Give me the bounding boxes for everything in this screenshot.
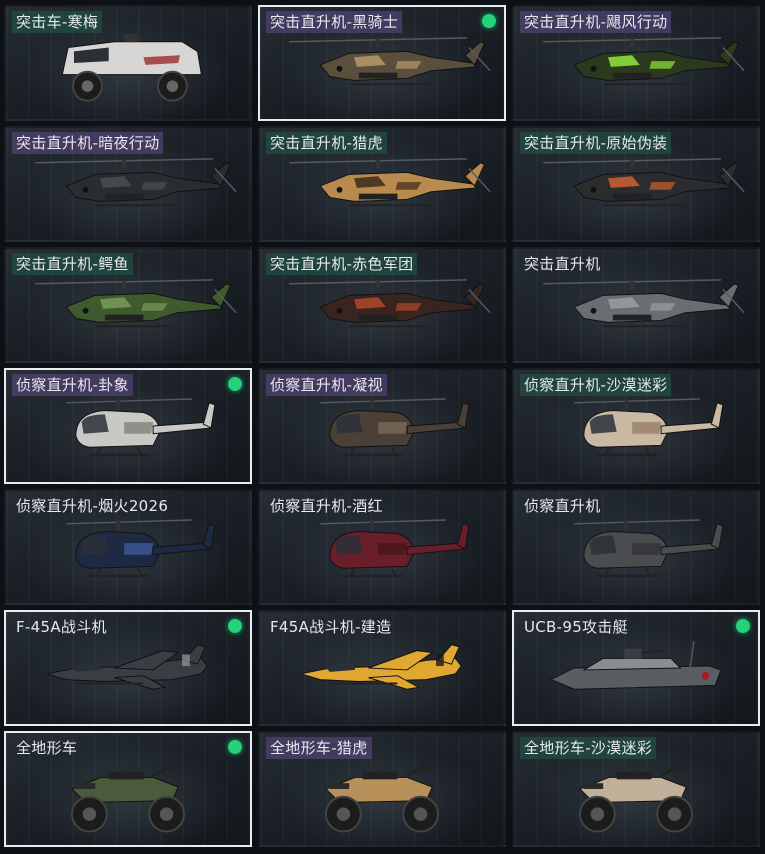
wheel-hub: [413, 807, 428, 821]
skin-name-label: 侦察直升机: [524, 497, 601, 515]
equipped-dot-icon: [482, 14, 496, 28]
tail-boom: [152, 542, 212, 556]
skin-card[interactable]: 全地形车: [4, 731, 252, 847]
seat: [616, 771, 652, 780]
skin-card[interactable]: 突击直升机-猎虎: [258, 126, 506, 242]
main-rotor: [320, 519, 446, 525]
skin-card[interactable]: 突击直升机-鳄鱼: [4, 247, 252, 363]
skin-name-label: 突击直升机-暗夜行动: [12, 132, 164, 154]
rack: [329, 783, 350, 789]
skin-name-label: 突击直升机-原始伪装: [520, 132, 672, 154]
skin-name-label: 侦察直升机-烟火2026: [16, 497, 169, 515]
skin-card[interactable]: 侦察直升机-凝视: [258, 368, 506, 484]
main-rotor: [574, 519, 700, 525]
equipped-dot-icon: [228, 740, 242, 754]
skin-name-label: 全地形车-猎虎: [266, 737, 372, 759]
handlebar: [406, 764, 432, 777]
skin-card[interactable]: 突击车-寒梅: [4, 5, 252, 121]
wheel-hub: [166, 80, 179, 92]
skin-name-label: 突击直升机-赤色军团: [266, 253, 418, 275]
equipped-dot-icon: [228, 377, 242, 391]
skin-name-label: UCB-95攻击艇: [524, 618, 628, 636]
gun: [641, 649, 662, 654]
seat: [108, 771, 144, 780]
skin-name-label: 突击直升机-黑骑士: [266, 11, 403, 33]
wheel-hub: [336, 807, 351, 821]
skin-card[interactable]: 突击直升机-暗夜行动: [4, 126, 252, 242]
main-rotor: [574, 398, 700, 404]
weapon-pylon: [612, 72, 652, 79]
main-rotor: [66, 398, 192, 404]
skin-card[interactable]: F45A战斗机-建造: [258, 610, 506, 726]
weapon-pylon: [104, 314, 144, 321]
skin-card[interactable]: UCB-95攻击艇: [512, 610, 760, 726]
wheel-hub: [159, 807, 174, 821]
weapon-pylon: [358, 193, 398, 200]
turret: [624, 648, 642, 659]
handlebar: [660, 764, 686, 777]
main-rotor: [66, 519, 192, 525]
turret: [124, 34, 138, 42]
skin-card[interactable]: 突击直升机-飓风行动: [512, 5, 760, 121]
wheel-hub: [82, 807, 97, 821]
antenna: [689, 640, 695, 669]
skin-card[interactable]: 突击直升机-黑骑士: [258, 5, 506, 121]
rack: [583, 783, 604, 789]
skin-card[interactable]: 全地形车-沙漠迷彩: [512, 731, 760, 847]
skin-name-label: F45A战斗机-建造: [270, 618, 392, 636]
weapon-pylon: [358, 314, 398, 321]
skin-card[interactable]: 侦察直升机-烟火2026: [4, 489, 252, 605]
skin-name-label: 全地形车-沙漠迷彩: [520, 737, 657, 759]
skin-name-label: 突击直升机-鳄鱼: [12, 253, 133, 275]
main-rotor: [320, 398, 446, 404]
skin-name-label: 突击直升机: [524, 255, 601, 273]
skin-name-label: 突击车-寒梅: [12, 11, 103, 33]
tail-fin: [202, 402, 216, 429]
equipped-dot-icon: [228, 619, 242, 633]
skin-name-label: 突击直升机-猎虎: [266, 132, 387, 154]
skin-name-label: 侦察直升机-凝视: [266, 374, 387, 396]
skin-name-label: 侦察直升机-卦象: [12, 374, 133, 396]
skin-name-label: F-45A战斗机: [16, 618, 107, 636]
rack: [75, 783, 96, 789]
skin-card[interactable]: 侦察直升机: [512, 489, 760, 605]
wheel-hub: [590, 807, 605, 821]
weapon-pylon: [104, 193, 144, 200]
weapon-pylon: [612, 314, 652, 321]
tail-fin: [456, 523, 470, 550]
tail-boom: [406, 421, 466, 435]
cabin: [582, 657, 682, 671]
tail-fin: [456, 402, 470, 429]
seat: [362, 771, 398, 780]
skin-name-label: 突击直升机-飓风行动: [520, 11, 672, 33]
vehicle-skin-grid: 突击车-寒梅 突击直升机-黑骑士 突击直升机-飓风行动 突击直升机-暗夜行动 突击直升机…: [4, 5, 760, 847]
equipped-dot-icon: [736, 619, 750, 633]
handlebar: [152, 764, 178, 777]
wheel-hub: [81, 80, 94, 92]
tail-fin: [710, 523, 724, 550]
wheel-hub: [667, 807, 682, 821]
skin-card[interactable]: 侦察直升机-酒红: [258, 489, 506, 605]
weapon-pylon: [358, 72, 398, 79]
skin-name-label: 侦察直升机-沙漠迷彩: [520, 374, 672, 396]
tail-boom: [406, 542, 466, 556]
skin-card[interactable]: 突击直升机: [512, 247, 760, 363]
skin-card[interactable]: 侦察直升机-卦象: [4, 368, 252, 484]
skin-card[interactable]: 侦察直升机-沙漠迷彩: [512, 368, 760, 484]
tail-boom: [660, 542, 720, 556]
tail-boom: [660, 421, 720, 435]
tail-boom: [152, 421, 212, 435]
skin-card[interactable]: 全地形车-猎虎: [258, 731, 506, 847]
skin-card[interactable]: 突击直升机-原始伪装: [512, 126, 760, 242]
skin-name-label: 侦察直升机-酒红: [270, 497, 383, 515]
skin-name-label: 全地形车: [16, 739, 78, 757]
tail-fin: [202, 523, 216, 550]
skin-card[interactable]: F-45A战斗机: [4, 610, 252, 726]
skin-card[interactable]: 突击直升机-赤色军团: [258, 247, 506, 363]
tail-fin: [710, 402, 724, 429]
weapon-pylon: [612, 193, 652, 200]
hull: [549, 665, 722, 690]
